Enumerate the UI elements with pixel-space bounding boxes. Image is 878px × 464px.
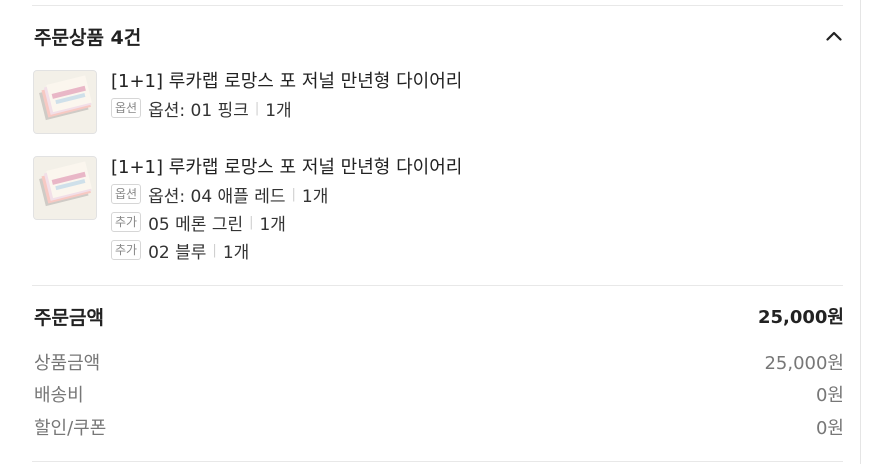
option-label: 05 메론 그린	[148, 214, 244, 235]
panel-border	[860, 0, 861, 464]
separator: |	[291, 186, 296, 202]
separator: |	[212, 242, 217, 258]
product-name[interactable]: [1+1] 루카랩 로망스 포 저널 만년형 다이어리	[111, 70, 811, 94]
option-row: 옵션 옵션: 01 핑크 | 1개	[111, 94, 811, 122]
option-label: 옵션: 01 핑크	[148, 100, 249, 121]
divider	[32, 5, 843, 6]
option-label: 옵션: 04 애플 레드	[148, 186, 286, 207]
option-qty: 1개	[222, 242, 250, 263]
order-amount-total: 25,000원	[757, 307, 844, 328]
discount-label: 할인/쿠폰	[34, 418, 107, 439]
product-amount-value: 25,000원	[764, 353, 844, 374]
product-amount-label: 상품금액	[34, 353, 101, 374]
order-items-header[interactable]: 주문상품 4건	[34, 22, 844, 50]
shipping-fee-label: 배송비	[34, 385, 84, 406]
option-row: 추가 02 블루 | 1개	[111, 236, 811, 264]
option-tag: 추가	[111, 212, 142, 232]
product-thumbnail[interactable]	[33, 156, 97, 220]
shipping-fee-value: 0원	[815, 385, 844, 406]
chevron-up-icon[interactable]	[824, 26, 844, 46]
divider	[32, 285, 843, 286]
option-qty: 1개	[259, 214, 286, 235]
option-tag: 옵션	[111, 184, 142, 204]
separator: |	[254, 100, 260, 116]
product-amount-row: 상품금액 25,000원	[34, 349, 844, 375]
option-tag: 추가	[111, 240, 142, 260]
option-qty: 1개	[301, 186, 329, 207]
option-row: 추가 05 메론 그린 | 1개	[111, 208, 811, 236]
shipping-fee-row: 배송비 0원	[34, 381, 844, 407]
option-row: 옵션 옵션: 04 애플 레드 | 1개	[111, 180, 811, 208]
order-summary-panel: 주문상품 4건 [1+1] 루카랩 로망스 포 저널 만년형 다이어리 옵션 옵…	[0, 0, 878, 464]
discount-row: 할인/쿠폰 0원	[34, 414, 844, 440]
order-amount-title: 주문금액	[34, 306, 104, 329]
option-label: 02 블루	[148, 242, 207, 263]
order-amount-header: 주문금액 25,000원	[34, 302, 844, 330]
divider	[32, 461, 843, 462]
product-name[interactable]: [1+1] 루카랩 로망스 포 저널 만년형 다이어리	[111, 156, 811, 180]
option-qty: 1개	[265, 100, 292, 121]
product-thumbnail[interactable]	[33, 70, 97, 134]
option-tag: 옵션	[111, 98, 142, 118]
separator: |	[249, 214, 254, 230]
order-items-title: 주문상품 4건	[34, 26, 142, 49]
discount-value: 0원	[815, 418, 844, 439]
